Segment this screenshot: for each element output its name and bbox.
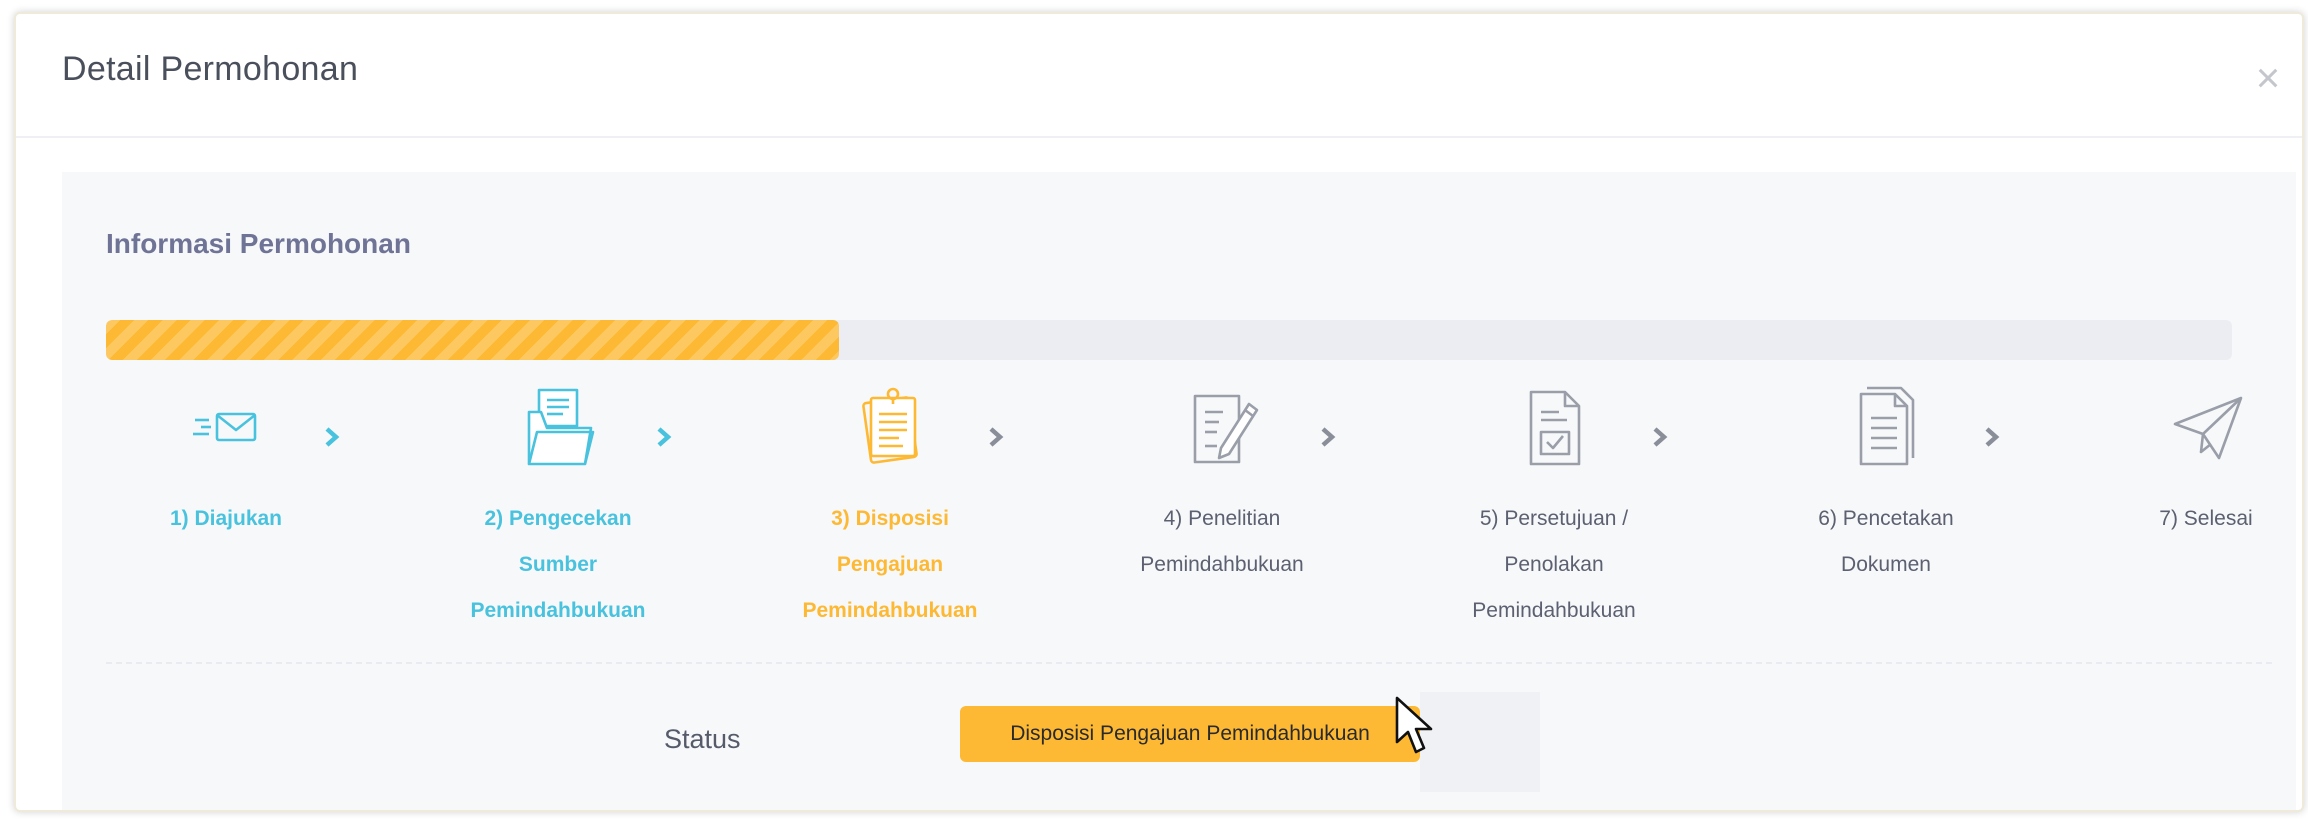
edit-document-icon [1193, 394, 1259, 464]
chevron-right-icon [657, 427, 672, 447]
section-title: Informasi Permohonan [106, 228, 411, 259]
notepad-icon [862, 387, 918, 464]
print-document-icon [1859, 386, 1915, 466]
step-diajukan: 1) Diajukan [96, 382, 356, 542]
step-label: 6) Pencetakan Dokumen [1818, 507, 1954, 576]
close-icon[interactable]: × [2246, 56, 2290, 100]
progress-bar [106, 320, 2232, 360]
chevron-right-icon [1653, 427, 1668, 447]
envelope-icon [193, 412, 257, 442]
status-badge: Disposisi Pengajuan Pemindahbukuan [960, 706, 1420, 762]
step-label: 7) Selesai [2159, 507, 2253, 530]
step-selesai: 7) Selesai [2076, 382, 2302, 542]
step-pencetakan: 6) Pencetakan Dokumen [1756, 382, 2016, 588]
modal-title: Detail Permohonan [62, 50, 359, 88]
step-label: 2) Pengecekan Sumber Pemindahbukuan [470, 507, 646, 622]
paper-plane-icon [2173, 396, 2243, 460]
folder-icon [527, 388, 595, 466]
progress-bar-fill [106, 320, 840, 360]
step-disposisi: 3) Disposisi Pengajuan Pemindahbukuan [760, 382, 1020, 634]
chevron-right-icon [989, 427, 1004, 447]
step-penelitian: 4) Penelitian Pemindahbukuan [1092, 382, 1352, 588]
divider [106, 662, 2272, 664]
step-label: 1) Diajukan [169, 507, 283, 530]
status-label: Status [664, 724, 741, 754]
informasi-panel: Informasi Permohonan 1) Diajukan 2) Peng… [62, 172, 2296, 810]
chevron-right-icon [1985, 427, 2000, 447]
step-list: 1) Diajukan 2) Pengecekan Sumber Peminda… [106, 382, 2256, 632]
step-label: 5) Persetujuan / Penolakan Pemindahbukua… [1472, 507, 1636, 622]
detail-permohonan-modal: Detail Permohonan × Informasi Permohonan [14, 12, 2304, 812]
modal-header: Detail Permohonan × [16, 14, 2302, 138]
chevron-right-icon [325, 427, 340, 447]
step-label: 4) Penelitian Pemindahbukuan [1140, 507, 1304, 576]
check-document-icon [1529, 390, 1581, 466]
step-pengecekan: 2) Pengecekan Sumber Pemindahbukuan [428, 382, 688, 634]
mouse-cursor-icon [1395, 696, 1433, 754]
step-persetujuan: 5) Persetujuan / Penolakan Pemindahbukua… [1424, 382, 1684, 634]
status-background [1420, 692, 1540, 792]
step-label: 3) Disposisi Pengajuan Pemindahbukuan [802, 507, 978, 622]
chevron-right-icon [1321, 427, 1336, 447]
